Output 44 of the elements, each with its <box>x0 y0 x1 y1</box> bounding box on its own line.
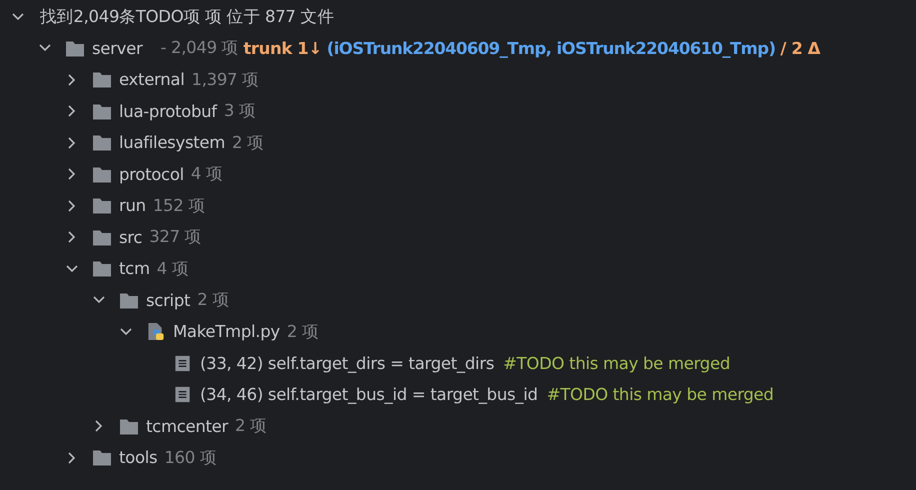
tree-item-name[interactable]: tcm <box>119 259 150 278</box>
tree-item-name[interactable]: lua-protobuf <box>119 102 217 121</box>
item-count: 327 项 <box>149 226 202 248</box>
vcs-refs: (iOSTrunk22040609_Tmp, iOSTrunk22040610_Tmp) <box>326 38 776 58</box>
item-count: 3 项 <box>224 100 256 122</box>
folder-icon <box>92 164 112 184</box>
tree-item-name[interactable]: protocol <box>119 164 184 184</box>
folder-icon <box>65 38 85 58</box>
tree-item-name[interactable]: luafilesystem <box>119 133 226 152</box>
tree-item-name[interactable]: tools <box>119 448 158 468</box>
folder-icon <box>92 133 112 152</box>
results-summary: 找到2,049条TODO项 项 位于 877 文件 <box>40 6 334 28</box>
item-count: 4 项 <box>156 258 189 280</box>
tree-item-name[interactable]: server <box>92 38 142 58</box>
item-count: 2 项 <box>197 289 230 312</box>
item-count: - 2,049 项 <box>160 37 238 60</box>
item-count: 2 项 <box>235 415 267 438</box>
folder-icon <box>92 228 112 247</box>
python-file-icon <box>146 322 166 342</box>
folder-icon <box>92 259 112 278</box>
todo-item[interactable]: (34, 46) self.target_bus_id = target_bus_id <box>200 385 538 404</box>
folder-icon <box>119 290 139 310</box>
tree-item-name[interactable]: external <box>119 70 184 90</box>
tree-item-name[interactable]: MakeTmpl.py <box>173 322 280 342</box>
folder-icon <box>119 416 139 436</box>
vcs-changes: / 2 Δ <box>780 38 820 58</box>
item-count: 152 项 <box>152 194 206 217</box>
tree-item-name[interactable]: src <box>119 228 142 247</box>
folder-icon <box>92 448 112 468</box>
item-count: 160 项 <box>164 446 217 469</box>
tree-item-name[interactable]: script <box>146 290 190 310</box>
todo-comment: #TODO this may be merged <box>546 385 774 404</box>
item-count: 1,397 项 <box>192 68 259 91</box>
folder-icon <box>92 196 112 216</box>
item-count: 2 项 <box>232 132 264 154</box>
vcs-branch: trunk 1↓ <box>243 38 322 58</box>
item-count: 4 项 <box>190 163 223 186</box>
item-count: 2 项 <box>286 320 319 343</box>
folder-icon <box>92 70 112 90</box>
folder-icon <box>92 102 112 121</box>
todo-item[interactable]: (33, 42) self.target_dirs = target_dirs <box>200 354 494 373</box>
tree-item-name[interactable]: tcmcenter <box>146 416 228 436</box>
tree-item-name[interactable]: run <box>119 196 146 216</box>
todo-comment: #TODO this may be merged <box>503 354 730 373</box>
